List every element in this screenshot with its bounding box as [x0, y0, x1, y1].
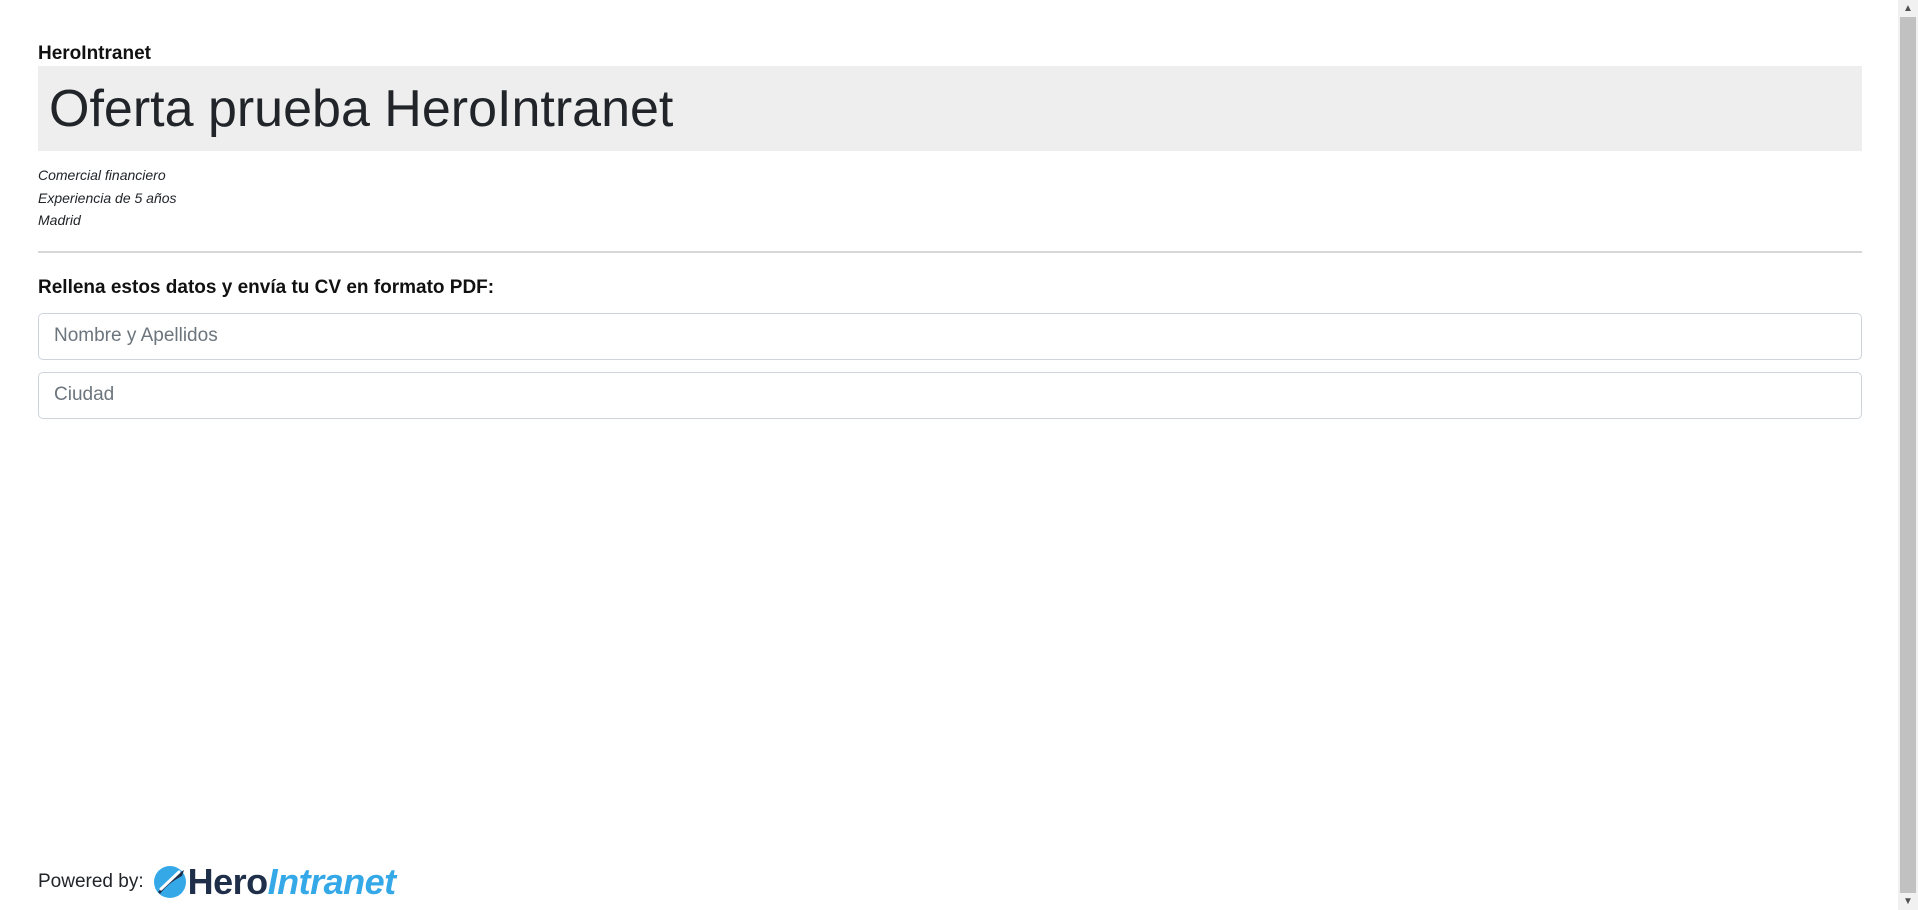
offer-position: Comercial financiero	[38, 167, 166, 183]
offer-location: Madrid	[38, 212, 81, 228]
main-content: HeroIntranet Oferta prueba HeroIntranet …	[38, 0, 1862, 419]
title-banner: Oferta prueba HeroIntranet	[38, 66, 1862, 151]
triangle-down-icon[interactable]: ▼	[1898, 893, 1918, 910]
logo-text-intranet: Intranet	[267, 861, 397, 902]
herointranet-logo[interactable]: Hero Intranet	[152, 864, 396, 900]
brand-name: HeroIntranet	[38, 43, 151, 64]
triangle-up-icon[interactable]: ▲	[1898, 0, 1918, 17]
name-input[interactable]	[38, 312, 1862, 360]
offer-details: Comercial financiero Experiencia de 5 añ…	[38, 164, 1862, 232]
section-divider	[38, 250, 1862, 253]
scrollbar-thumb[interactable]	[1900, 17, 1916, 893]
page: HeroIntranet Oferta prueba HeroIntranet …	[0, 0, 1898, 910]
city-input[interactable]	[38, 371, 1862, 419]
form-heading: Rellena estos datos y envía tu CV en for…	[38, 276, 495, 298]
offer-experience: Experiencia de 5 años	[38, 189, 177, 206]
powered-by-label: Powered by:	[38, 871, 144, 892]
hero-swoosh-logo-icon	[153, 866, 186, 898]
vertical-scrollbar[interactable]: ▲ ▼	[1898, 0, 1918, 910]
logo-text-hero: Hero	[187, 861, 269, 902]
page-title: Oferta prueba HeroIntranet	[49, 79, 674, 138]
footer: Powered by: Hero Intranet	[38, 864, 396, 900]
